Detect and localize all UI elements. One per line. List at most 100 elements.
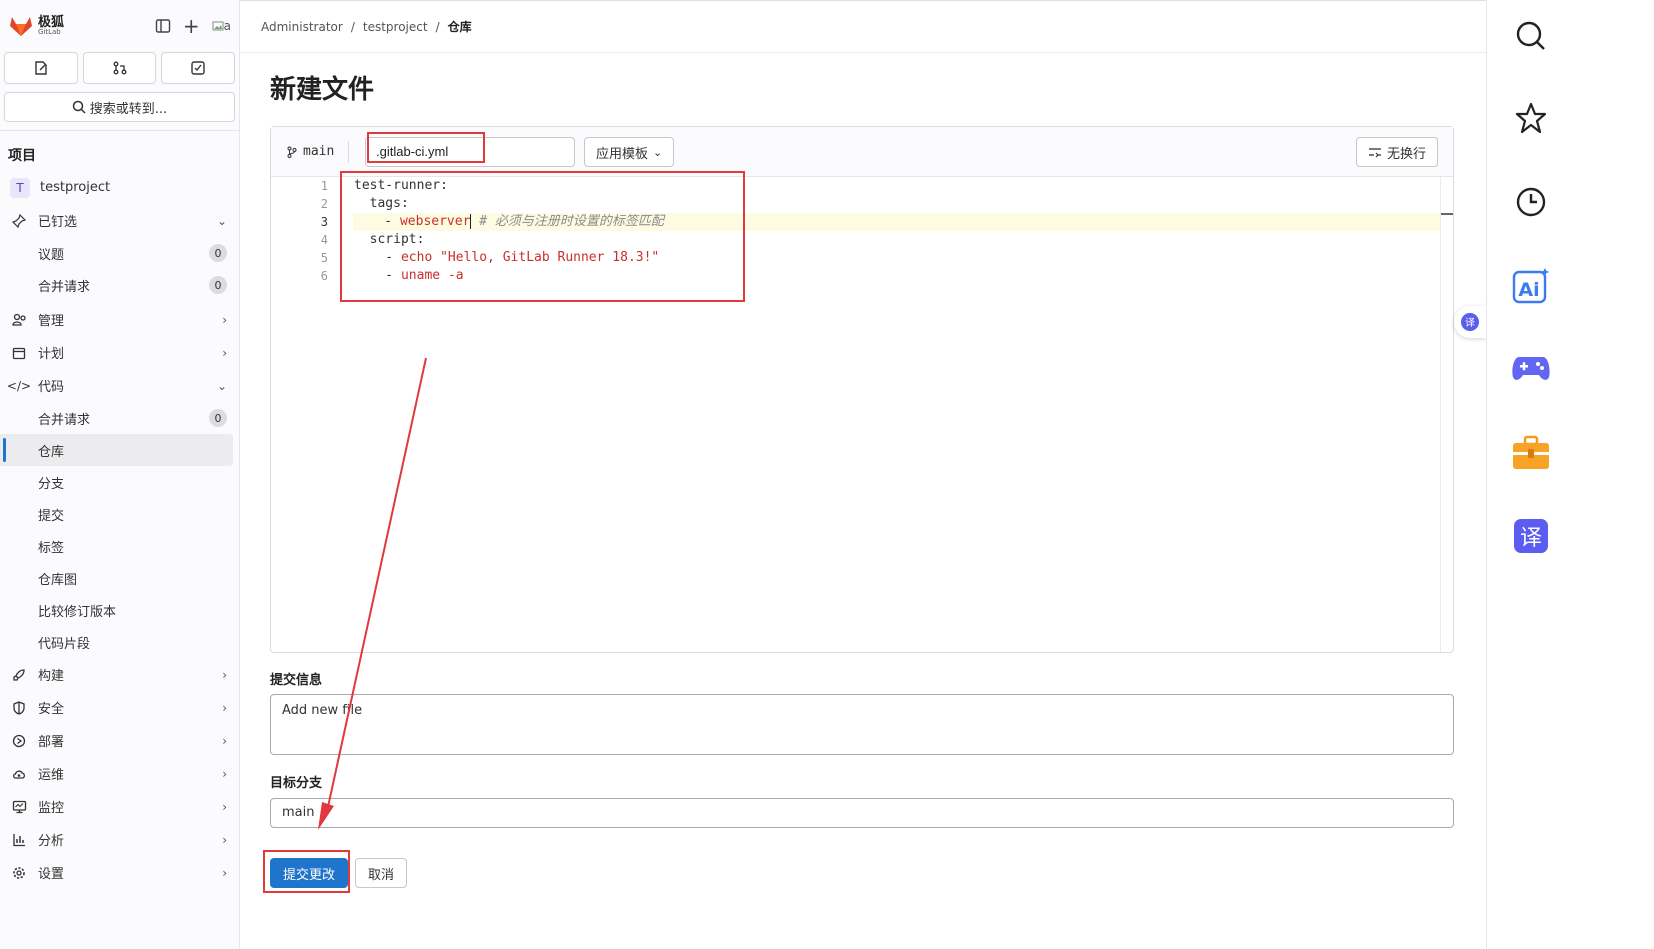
search-icon — [72, 100, 86, 114]
soft-wrap-button[interactable]: 无换行 — [1355, 137, 1438, 167]
side-ai-button[interactable]: Ai — [1509, 264, 1553, 308]
apply-template-button[interactable]: 应用模板 ⌄ — [584, 137, 675, 167]
editor-scrollbar[interactable] — [1440, 177, 1453, 652]
code-editor[interactable]: 1 2 3 4 5 6 test-runner: tags: - webserv… — [271, 177, 1453, 652]
users-icon — [10, 313, 28, 327]
sidebar-item-merge-requests-pinned[interactable]: 合并请求 0 — [0, 269, 239, 301]
side-search-button[interactable] — [1509, 14, 1553, 58]
section-title-project: 项目 — [8, 148, 36, 164]
code-lines: test-runner: tags: - webserver # 必须与注册时设… — [353, 177, 1441, 285]
sidebar-item-label: 安全 — [38, 702, 65, 717]
breadcrumb-item-repository[interactable]: 仓库 — [448, 18, 472, 35]
commit-changes-button[interactable]: 提交更改 — [270, 858, 348, 888]
sidebar-item-commits[interactable]: 提交 — [0, 498, 239, 530]
sidebar-item-pinned[interactable]: 已钉选 ⌄ — [0, 204, 239, 237]
breadcrumb-separator: / — [350, 19, 355, 34]
sidebar-item-snippets[interactable]: 代码片段 — [0, 626, 239, 658]
sidebar-item-label: 设置 — [38, 867, 65, 882]
chart-icon — [10, 833, 28, 847]
translate-icon: 译 — [1461, 313, 1479, 331]
code-text: - — [354, 250, 401, 265]
sidebar-item-repository[interactable]: 仓库 — [0, 434, 233, 466]
line-number: 3 — [320, 215, 328, 229]
gear-icon — [10, 866, 28, 880]
brand-name-en: GitLab — [38, 28, 61, 36]
breadcrumb-item-project[interactable]: testproject — [363, 20, 428, 34]
sidebar-item-monitor[interactable]: 监控 › — [0, 790, 239, 823]
merge-request-icon — [113, 61, 126, 75]
sidebar-item-deploy[interactable]: 部署 › — [0, 724, 239, 757]
merge-requests-shortcut-button[interactable] — [82, 52, 157, 84]
code-line: - echo "Hello, GitLab Runner 18.3!" — [354, 249, 1441, 267]
commit-message-input[interactable]: Add new file — [270, 694, 1454, 755]
search-icon — [1516, 21, 1545, 50]
code-value: echo "Hello, GitLab Runner 18.3!" — [400, 250, 660, 265]
side-favorites-button[interactable] — [1509, 96, 1553, 140]
code-text: tags: — [354, 196, 409, 211]
count-badge: 0 — [209, 409, 227, 427]
chevron-down-icon: ⌄ — [216, 213, 227, 228]
sidebar-toggle-icon[interactable] — [155, 18, 171, 34]
pinned-label: 已钉选 — [38, 215, 78, 230]
todo-shortcut-button[interactable] — [161, 52, 236, 84]
editor-header: main .gitlab-ci.yml 应用模板 ⌄ 无换行 — [271, 127, 1453, 177]
sidebar-item-code-merge-requests[interactable]: 合并请求 0 — [0, 402, 239, 434]
side-history-button[interactable] — [1509, 180, 1553, 224]
create-new-icon[interactable]: + — [183, 14, 200, 38]
sidebar-item-label: 比较修订版本 — [38, 604, 117, 620]
sidebar-item-label: 构建 — [38, 669, 65, 684]
issues-shortcut-button[interactable] — [4, 52, 78, 84]
code-value: uname -a — [400, 268, 464, 283]
sidebar-item-code[interactable]: </> 代码 ⌄ — [0, 369, 239, 402]
side-games-button[interactable] — [1509, 346, 1553, 390]
translate-glyph: 译 — [1465, 317, 1475, 329]
sidebar-item-plan[interactable]: 计划 › — [0, 336, 239, 369]
chevron-right-icon: › — [222, 700, 227, 715]
chevron-down-icon: ⌄ — [653, 145, 663, 159]
count-badge: 0 — [209, 244, 227, 262]
chevron-right-icon: › — [222, 733, 227, 748]
filename-input[interactable]: .gitlab-ci.yml — [365, 137, 575, 167]
breadcrumb-item-administrator[interactable]: Administrator — [261, 20, 343, 34]
brand-logo[interactable]: 极狐 GitLab — [8, 14, 64, 38]
chevron-down-icon: ⌄ — [216, 378, 227, 393]
chevron-right-icon: › — [222, 865, 227, 880]
side-translate-button[interactable]: 译 — [1509, 514, 1553, 558]
sidebar-item-label: 代码 — [38, 380, 65, 395]
sidebar-item-label: 代码片段 — [38, 636, 91, 652]
sidebar-item-label: 议题 — [38, 247, 65, 263]
sidebar-item-label: 计划 — [38, 347, 65, 362]
side-toolbox-button[interactable] — [1509, 430, 1553, 474]
sidebar-item-label: 部署 — [38, 735, 65, 750]
target-branch-input[interactable]: main — [270, 798, 1454, 828]
sidebar-item-compare-revisions[interactable]: 比较修订版本 — [0, 594, 239, 626]
cancel-button[interactable]: 取消 — [355, 858, 407, 888]
search-button[interactable]: 搜索或转到... — [4, 92, 235, 122]
chevron-right-icon: › — [222, 832, 227, 847]
sidebar-item-label: 合并请求 — [38, 279, 91, 295]
sidebar-item-secure[interactable]: 安全 › — [0, 691, 239, 724]
line-number: 1 — [320, 179, 328, 193]
line-number: 6 — [320, 269, 328, 283]
sidebar-item-settings[interactable]: 设置 › — [0, 856, 239, 889]
issue-icon — [35, 61, 47, 75]
code-line: tags: — [354, 195, 1441, 213]
user-avatar[interactable]: a — [212, 19, 231, 33]
sidebar-item-project[interactable]: T testproject — [0, 171, 239, 204]
sidebar-item-build[interactable]: 构建 › — [0, 658, 239, 691]
calendar-icon — [10, 346, 28, 360]
chevron-right-icon: › — [222, 667, 227, 682]
sidebar-item-label: 监控 — [38, 801, 65, 816]
floating-translate-button[interactable]: 译 — [1454, 306, 1486, 338]
wrap-icon — [1368, 148, 1381, 158]
sidebar-item-analyze[interactable]: 分析 › — [0, 823, 239, 856]
commit-message-label: 提交信息 — [270, 673, 323, 688]
sidebar-item-repository-graph[interactable]: 仓库图 — [0, 562, 239, 594]
sidebar-item-tags[interactable]: 标签 — [0, 530, 239, 562]
sidebar-item-issues[interactable]: 议题 0 — [0, 237, 239, 269]
code-value: webserver — [399, 214, 471, 229]
sidebar-item-branches[interactable]: 分支 — [0, 466, 239, 498]
code-text: script: — [354, 232, 425, 247]
sidebar-item-manage[interactable]: 管理 › — [0, 303, 239, 336]
sidebar-item-operate[interactable]: 运维 › — [0, 757, 239, 790]
